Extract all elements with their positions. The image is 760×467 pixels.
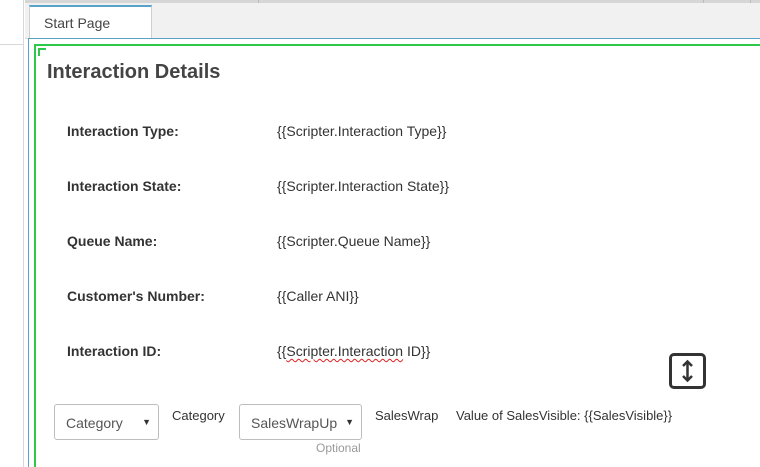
container-corner-marker [38,48,46,56]
interaction-id-prefix: {{ [277,343,287,359]
tab-label: Start Page [44,15,111,31]
tab-start-page[interactable]: Start Page [29,5,152,40]
interaction-type-label: Interaction Type: [67,123,179,139]
tab-bar: Start Page [25,0,760,40]
interaction-id-label: Interaction ID: [67,343,162,359]
vertical-resize-icon[interactable] [669,353,706,389]
left-panel [0,0,24,467]
interaction-id-suffix: ID}} [403,343,431,359]
category-label: Category [172,408,225,423]
interaction-type-value: {{Scripter.Interaction Type}} [277,123,447,139]
tab-bar-separator [703,0,704,3]
vertical-resize-glyph [682,359,693,383]
saleswrap-select[interactable]: SalesWrapUp ▼ [239,404,362,440]
caret-down-icon: ▼ [142,417,151,427]
tab-bar-separator [258,0,259,3]
saleswrap-select-value: SalesWrapUp [251,415,338,431]
customer-number-label: Customer's Number: [67,288,205,304]
caret-down-icon: ▼ [345,417,354,427]
page-title: Interaction Details [47,61,221,83]
tab-bar-separator [750,0,751,3]
interaction-id-value: {{Scripter.Interaction ID}} [277,343,430,359]
spellcheck-word: Scripter.Interaction [286,343,404,359]
queue-name-label: Queue Name: [67,233,158,249]
saleswrap-label: SalesWrap [375,408,439,423]
customer-number-value: {{Caller ANI}} [277,288,359,304]
category-select-value: Category [66,415,123,431]
sales-visible-text: Value of SalesVisible: {{SalesVisible}} [456,408,673,423]
interaction-state-value: {{Scripter.Interaction State}} [277,178,450,194]
queue-name-value: {{Scripter.Queue Name}} [277,233,431,249]
left-panel-divider [0,44,24,45]
optional-hint: Optional [316,441,361,455]
interaction-state-label: Interaction State: [67,178,182,194]
category-select[interactable]: Category ▼ [54,404,159,440]
